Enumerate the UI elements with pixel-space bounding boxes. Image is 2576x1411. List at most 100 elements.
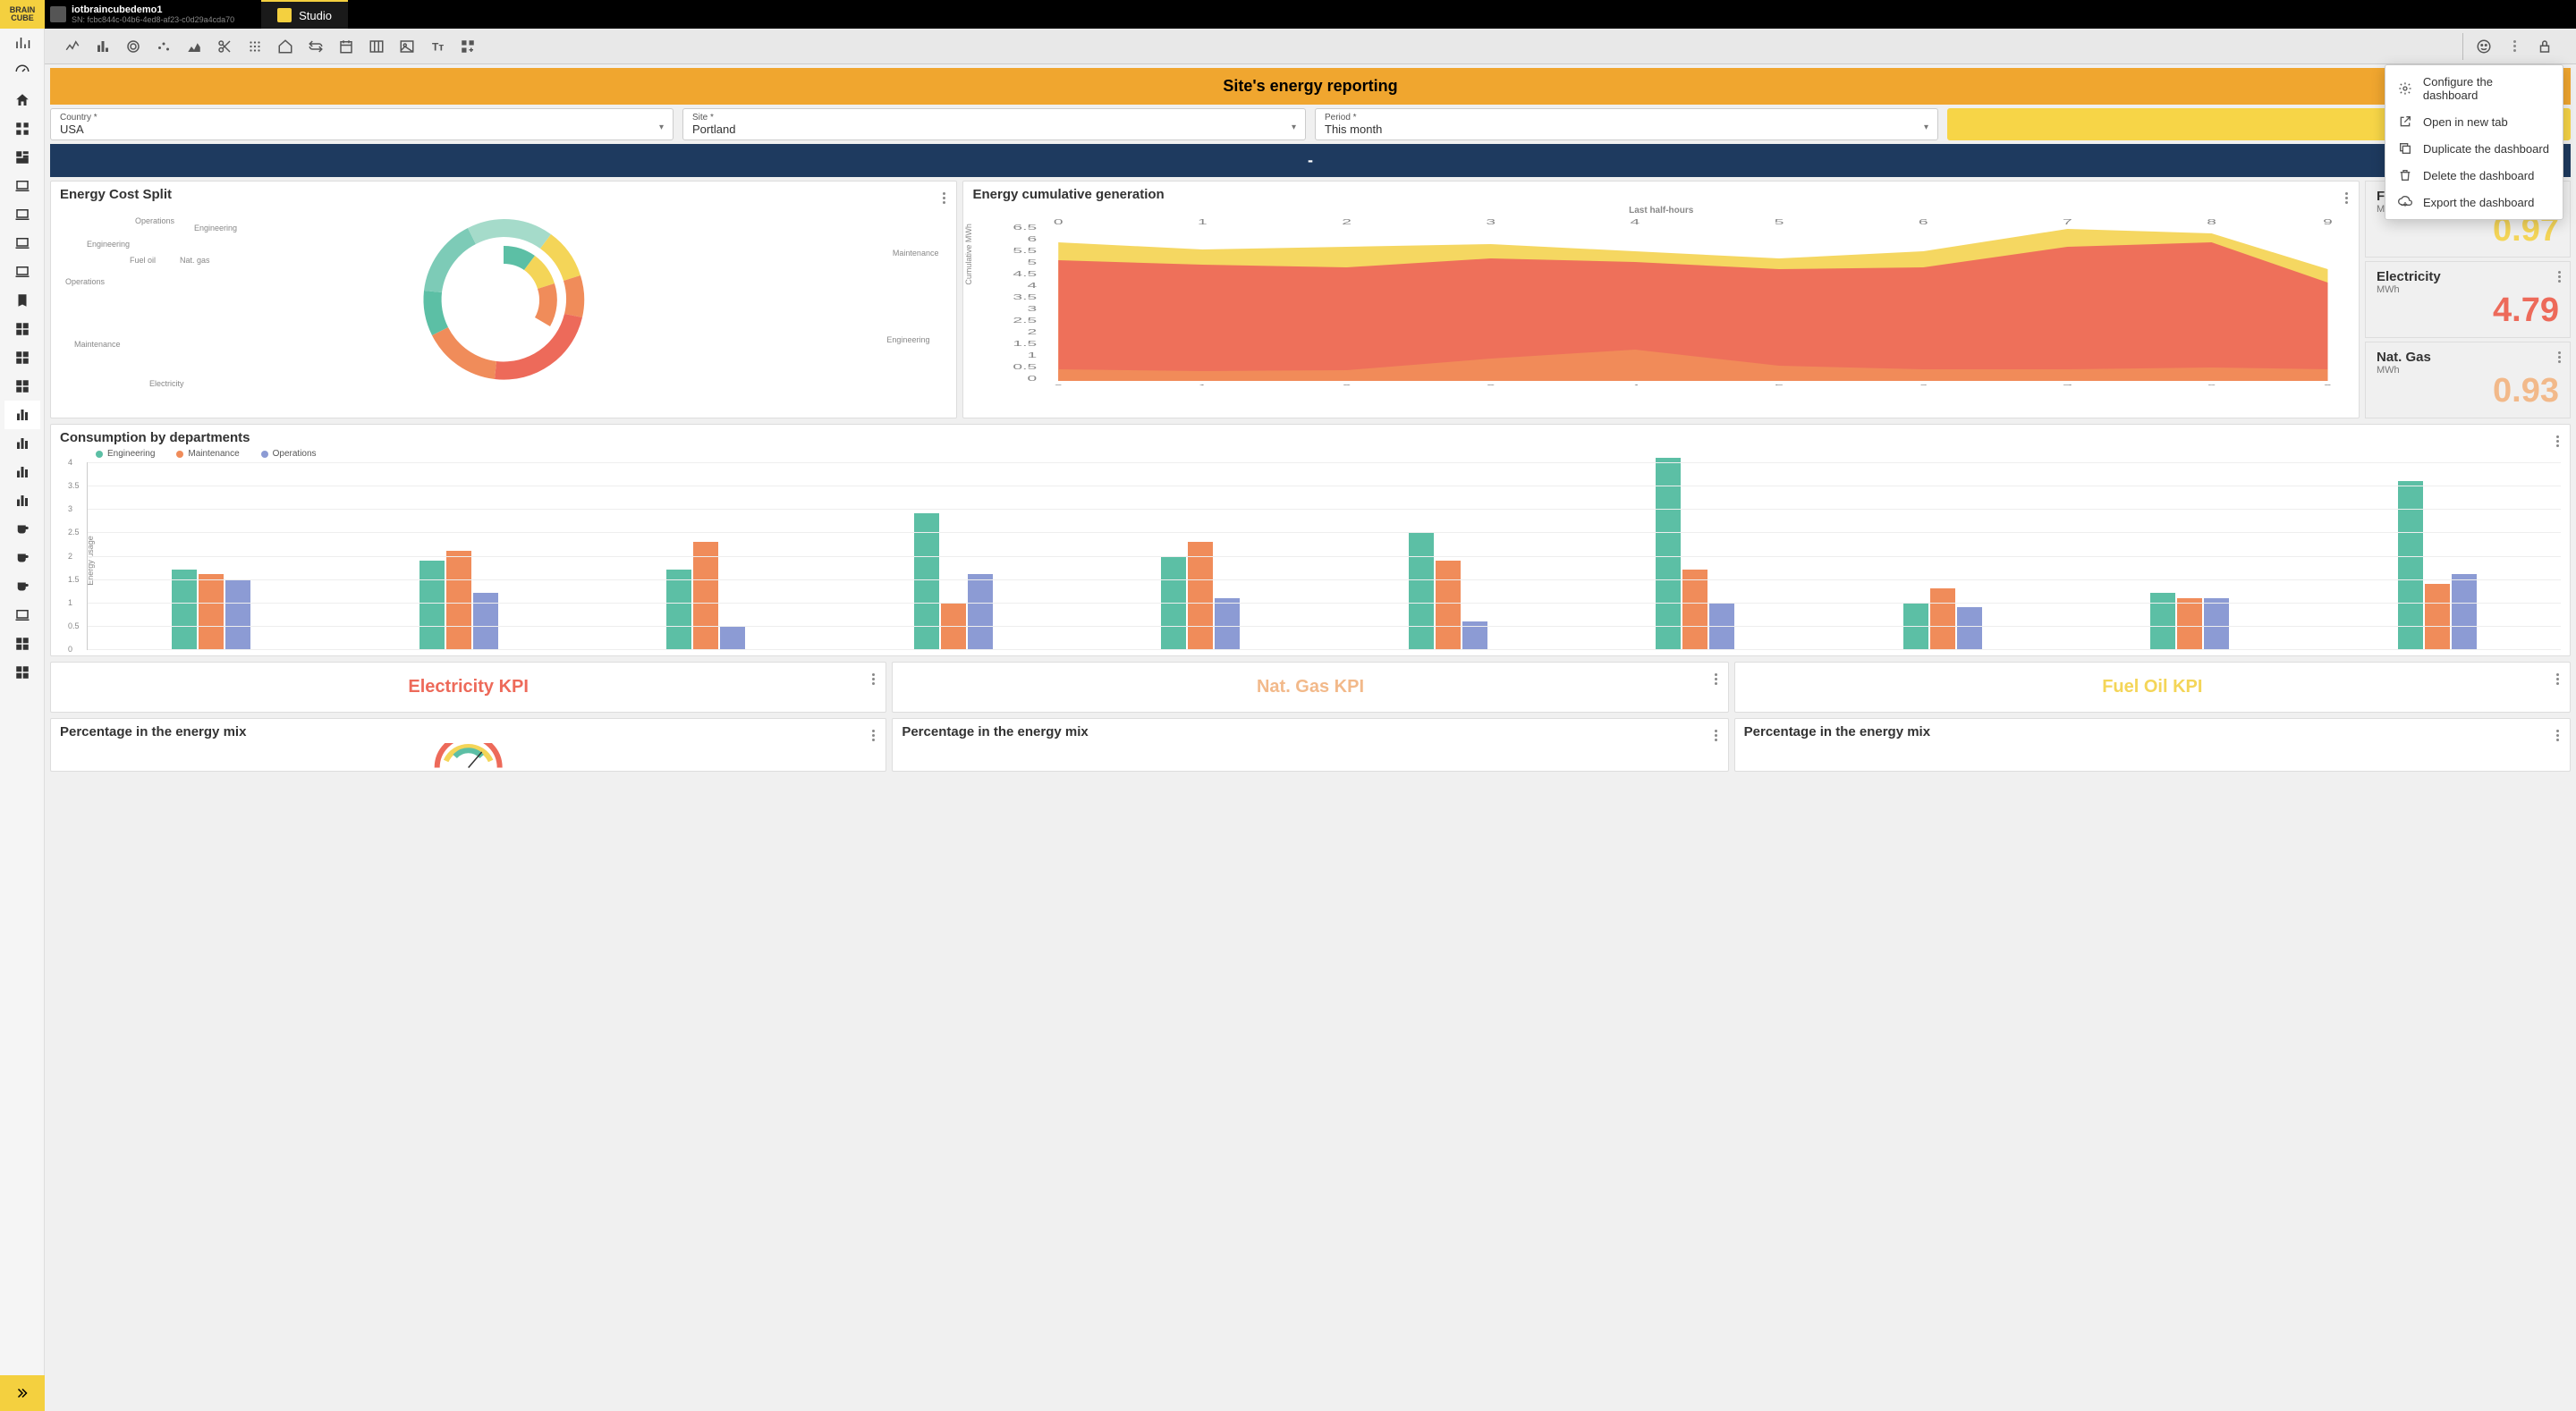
bar-maintenance — [2425, 584, 2450, 649]
bar-operations — [1957, 607, 1982, 649]
area-chart: Cumulative MWh 0123456789 00.511.522.533… — [972, 215, 2350, 394]
dashboard-title-banner: Site's energy reporting — [50, 68, 2571, 105]
tool-scatter-icon[interactable] — [150, 33, 177, 60]
tool-scissors-icon[interactable] — [211, 33, 238, 60]
card-more-icon[interactable] — [2553, 432, 2563, 451]
toolbar: Tт — [45, 29, 2576, 64]
svg-text:6.5: 6.5 — [1013, 224, 1038, 232]
nav-chart-icon[interactable] — [4, 29, 40, 57]
nav-laptop-icon-2[interactable] — [4, 200, 40, 229]
filter-period-value: This month — [1325, 123, 1928, 136]
card-more-icon[interactable] — [2553, 726, 2563, 745]
bar-engineering — [914, 513, 939, 649]
card-more-icon[interactable] — [2342, 189, 2351, 207]
filter-period[interactable]: Period * This month ▾ — [1315, 108, 1938, 140]
tool-bar-icon[interactable] — [89, 33, 116, 60]
nav-speedometer-icon[interactable] — [4, 57, 40, 86]
tool-calendar-icon[interactable] — [333, 33, 360, 60]
tool-text-icon[interactable]: Tт — [424, 33, 451, 60]
card-gas-kpi-title: Nat. Gas KPI — [892, 662, 1728, 713]
nav-dash-icon-4[interactable] — [4, 372, 40, 401]
filter-country-label: Country * — [60, 113, 664, 123]
svg-text:6: 6 — [1028, 235, 1038, 243]
filter-country[interactable]: Country * USA ▾ — [50, 108, 674, 140]
nav-laptop-icon[interactable] — [4, 172, 40, 200]
svg-text:3: 3 — [1487, 384, 1496, 385]
card-consumption-departments: Consumption by departments Engineering M… — [50, 424, 2571, 656]
donut-label: Maintenance — [74, 340, 121, 349]
nav-dash-icon-3[interactable] — [4, 343, 40, 372]
tool-face-icon[interactable] — [2470, 33, 2497, 60]
nav-bar-icon-4[interactable] — [4, 486, 40, 515]
card-more-icon[interactable] — [869, 726, 878, 745]
nav-dash-icon[interactable] — [4, 143, 40, 172]
card-title: Energy Cost Split — [60, 187, 947, 202]
card-more-icon[interactable] — [2553, 670, 2563, 689]
donut-label: Electricity — [149, 379, 184, 388]
nav-book-icon[interactable] — [4, 286, 40, 315]
svg-text:2: 2 — [1028, 328, 1038, 336]
nav-cup-icon[interactable] — [4, 515, 40, 544]
card-title: Energy cumulative generation — [972, 187, 2350, 202]
dashboard-body: Energy Cost Split — [45, 181, 2576, 1411]
tool-more-icon[interactable] — [2501, 33, 2528, 60]
bar-maintenance — [693, 542, 718, 649]
tool-home-icon[interactable] — [272, 33, 299, 60]
bar-engineering — [2150, 593, 2175, 649]
donut-label: Operations — [135, 216, 174, 225]
card-more-icon[interactable] — [2555, 267, 2564, 286]
filter-site[interactable]: Site * Portland ▾ — [682, 108, 1306, 140]
svg-text:0: 0 — [1054, 218, 1063, 226]
studio-tab[interactable]: Studio — [261, 0, 348, 29]
card-more-icon[interactable] — [1711, 726, 1721, 745]
tool-table-icon[interactable] — [363, 33, 390, 60]
gauge-chart — [60, 743, 877, 770]
menu-configure[interactable]: Configure the dashboard — [2385, 69, 2563, 108]
tool-donut-icon[interactable] — [120, 33, 147, 60]
tool-dashadd-icon[interactable] — [454, 33, 481, 60]
menu-delete[interactable]: Delete the dashboard — [2385, 162, 2563, 189]
tool-line-icon[interactable] — [59, 33, 86, 60]
nav-cup-icon-2[interactable] — [4, 544, 40, 572]
nav-grid-icon[interactable] — [4, 114, 40, 143]
nav-home-icon[interactable] — [4, 86, 40, 114]
card-more-icon[interactable] — [939, 189, 949, 207]
tool-swap-icon[interactable] — [302, 33, 329, 60]
nav-bar-icon-2[interactable] — [4, 429, 40, 458]
filter-period-label: Period * — [1325, 113, 1928, 123]
nav-laptop-icon-4[interactable] — [4, 258, 40, 286]
trash-icon — [2398, 168, 2412, 182]
bar-engineering — [666, 570, 691, 649]
sidebar-expand-button[interactable] — [0, 1375, 45, 1411]
nav-bar-active-icon[interactable] — [4, 401, 40, 429]
card-title: Consumption by departments — [60, 430, 2561, 445]
nav-laptop-icon-5[interactable] — [4, 601, 40, 629]
nav-bar-icon-3[interactable] — [4, 458, 40, 486]
menu-duplicate[interactable]: Duplicate the dashboard — [2385, 135, 2563, 162]
card-mix-oil: Percentage in the energy mix — [1734, 718, 2571, 772]
card-more-icon[interactable] — [1711, 670, 1721, 689]
tool-image-icon[interactable] — [394, 33, 420, 60]
tool-area-icon[interactable] — [181, 33, 208, 60]
nav-dash-icon-6[interactable] — [4, 658, 40, 687]
brand-logo[interactable]: BRAIN CUBE — [0, 0, 45, 29]
sub-banner: - — [50, 144, 2571, 177]
donut-label: Operations — [65, 277, 105, 286]
cloud-download-icon — [2398, 195, 2412, 209]
svg-text:5: 5 — [1028, 258, 1038, 266]
svg-text:5.5: 5.5 — [1013, 247, 1038, 255]
card-more-icon[interactable] — [2555, 348, 2564, 367]
menu-export[interactable]: Export the dashboard — [2385, 189, 2563, 215]
nav-dash-icon-5[interactable] — [4, 629, 40, 658]
bar-legend: Engineering Maintenance Operations — [96, 449, 2561, 459]
tool-griddots-icon[interactable] — [242, 33, 268, 60]
nav-cup-icon-3[interactable] — [4, 572, 40, 601]
svg-text:1: 1 — [1199, 384, 1208, 385]
menu-open-new-tab[interactable]: Open in new tab — [2385, 108, 2563, 135]
dashboard-title: Site's energy reporting — [1223, 77, 1397, 95]
nav-laptop-icon-3[interactable] — [4, 229, 40, 258]
nav-dash-icon-2[interactable] — [4, 315, 40, 343]
tool-lock-icon[interactable] — [2531, 33, 2558, 60]
bar-operations — [720, 626, 745, 649]
card-more-icon[interactable] — [869, 670, 878, 689]
